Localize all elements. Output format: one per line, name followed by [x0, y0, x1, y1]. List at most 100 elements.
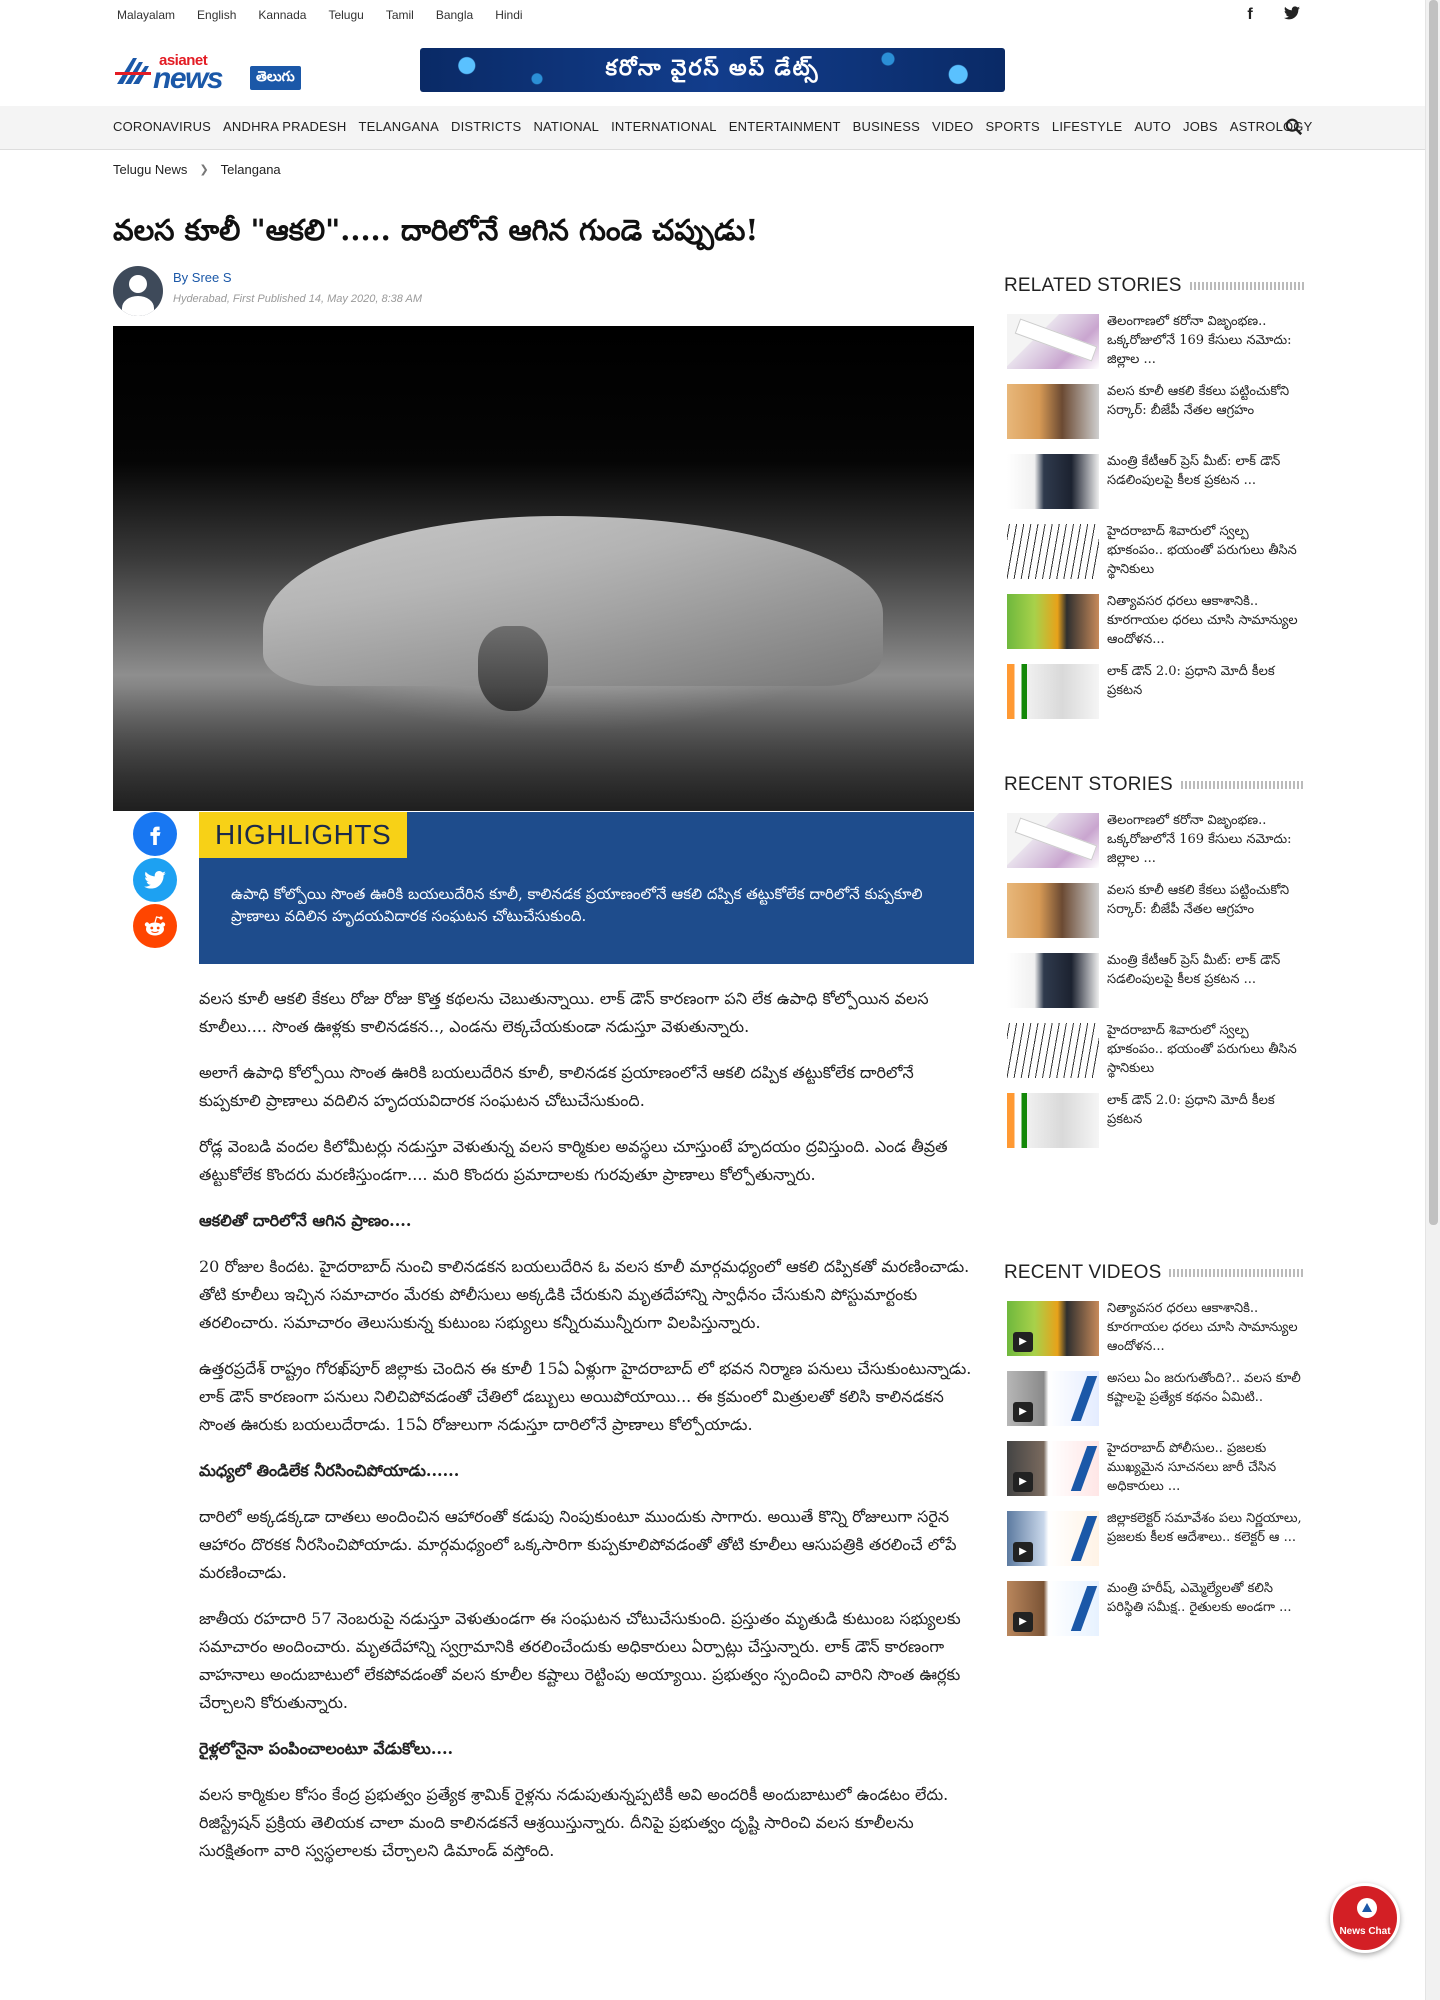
story-title[interactable]: లాక్ డౌన్ 2.0: ప్రధాని మోదీ కీలక ప్రకటన — [1107, 662, 1302, 700]
header-rule — [1180, 781, 1304, 789]
story-card[interactable]: వలస కూలీ ఆకలి కేకలు పట్టించుకోని సర్కార్… — [1004, 376, 1304, 446]
share-facebook-icon[interactable] — [133, 812, 177, 856]
lang-link-english[interactable]: English — [197, 8, 236, 22]
video-title[interactable]: అసలు ఏం జరుగుతోంది?.. వలస కూలీ కష్టాలపై … — [1107, 1369, 1302, 1407]
story-thumbnail — [1007, 384, 1099, 439]
article-title: వలస కూలీ "ఆకలి"..... దారిలోనే ఆగిన గుండె… — [113, 213, 759, 247]
video-title[interactable]: జిల్లాకలెక్టర్ సమావేశం పలు నిర్ణయాలు, ప్… — [1107, 1509, 1302, 1547]
video-title[interactable]: మంత్రి హరీష్, ఎమ్మెల్యేలతో కలిసి పరిస్థి… — [1107, 1579, 1302, 1617]
language-list: Malayalam English Kannada Telugu Tamil B… — [117, 8, 545, 22]
top-strip: Malayalam English Kannada Telugu Tamil B… — [113, 0, 1303, 30]
video-thumbnail: ▶ — [1007, 1441, 1099, 1496]
nav-item-video[interactable]: VIDEO — [932, 119, 973, 134]
share-reddit-icon[interactable] — [133, 904, 177, 948]
story-card[interactable]: లాక్ డౌన్ 2.0: ప్రధాని మోదీ కీలక ప్రకటన — [1004, 656, 1304, 726]
search-icon[interactable] — [1285, 118, 1303, 136]
recent-videos-header: RECENT VIDEOS — [1004, 1261, 1304, 1285]
nav-item-lifestyle[interactable]: LIFESTYLE — [1052, 119, 1122, 134]
article-paragraph: 20 రోజుల కిందట. హైదరాబాద్ నుంచి కాలినడకన… — [199, 1257, 970, 1332]
nav-item-districts[interactable]: DISTRICTS — [451, 119, 521, 134]
story-title[interactable]: వలస కూలీ ఆకలి కేకలు పట్టించుకోని సర్కార్… — [1107, 881, 1302, 919]
story-card[interactable]: హైదరాబాద్ శివారులో స్వల్ప భూకంపం.. భయంతో… — [1004, 1015, 1304, 1085]
nav-item-sports[interactable]: SPORTS — [985, 119, 1039, 134]
lang-link-tamil[interactable]: Tamil — [386, 8, 414, 22]
story-thumbnail — [1007, 524, 1099, 579]
nav-item-business[interactable]: BUSINESS — [853, 119, 920, 134]
logo-mark-icon — [115, 58, 151, 84]
page-scrollbar[interactable] — [1425, 0, 1440, 2000]
story-card[interactable]: తెలంగాణలో కరోనా విజృంభణ.. ఒక్కరోజులోనే 1… — [1004, 805, 1304, 875]
news-chat-label: News Chat — [1339, 1926, 1391, 1937]
story-title[interactable]: మంత్రి కేటీఆర్ ప్రెస్ మీట్: లాక్ డౌన్ సడ… — [1107, 951, 1302, 989]
author-name[interactable]: By Sree S — [173, 270, 232, 285]
facebook-icon[interactable]: f — [1239, 6, 1261, 25]
video-title[interactable]: నిత్యావసర ధరలు ఆకాశానికి.. కూరగాయల ధరలు … — [1107, 1299, 1302, 1356]
story-title[interactable]: మంత్రి కేటీఆర్ ప్రెస్ మీట్: లాక్ డౌన్ సడ… — [1107, 452, 1302, 490]
share-buttons — [133, 812, 179, 950]
video-thumbnail: ▶ — [1007, 1581, 1099, 1636]
nav-item-auto[interactable]: AUTO — [1134, 119, 1171, 134]
story-card[interactable]: లాక్ డౌన్ 2.0: ప్రధాని మోదీ కీలక ప్రకటన — [1004, 1085, 1304, 1155]
article-paragraph: వలస కూలీ ఆకలి కేకలు రోజు రోజు కొత్త కథలన… — [199, 989, 929, 1036]
lang-link-telugu[interactable]: Telugu — [328, 8, 363, 22]
nav-item-telangana[interactable]: TELANGANA — [358, 119, 439, 134]
share-twitter-icon[interactable] — [133, 858, 177, 902]
nav-menu: CORONAVIRUS ANDHRA PRADESH TELANGANA DIS… — [113, 119, 1325, 134]
nav-item-international[interactable]: INTERNATIONAL — [611, 119, 717, 134]
video-card[interactable]: ▶ హైదరాబాద్ పోలీసుల.. ప్రజలకు ముఖ్యమైన సూ… — [1004, 1433, 1304, 1503]
video-card[interactable]: ▶ మంత్రి హరీష్, ఎమ్మెల్యేలతో కలిసి పరిస్థ… — [1004, 1573, 1304, 1643]
nav-item-andhra-pradesh[interactable]: ANDHRA PRADESH — [223, 119, 346, 134]
story-card[interactable]: నిత్యావసర ధరలు ఆకాశానికి.. కూరగాయల ధరలు … — [1004, 586, 1304, 656]
article-paragraph: జాతీయ రహదారి 57 నెంబరుపై నడుస్తూ వెళుతుం… — [199, 1609, 961, 1712]
story-card[interactable]: హైదరాబాద్ శివారులో స్వల్ప భూకంపం.. భయంతో… — [1004, 516, 1304, 586]
story-title[interactable]: వలస కూలీ ఆకలి కేకలు పట్టించుకోని సర్కార్… — [1107, 382, 1302, 420]
recent-stories: RECENT STORIES తెలంగాణలో కరోనా విజృంభణ..… — [1004, 773, 1304, 1155]
nav-item-jobs[interactable]: JOBS — [1183, 119, 1218, 134]
story-title[interactable]: హైదరాబాద్ శివారులో స్వల్ప భూకంపం.. భయంతో… — [1107, 522, 1302, 579]
story-title[interactable]: తెలంగాణలో కరోనా విజృంభణ.. ఒక్కరోజులోనే 1… — [1107, 811, 1302, 868]
lang-link-malayalam[interactable]: Malayalam — [117, 8, 175, 22]
corona-banner-text: కరోనా వైరస్ అప్ డేట్స్ — [605, 54, 820, 80]
article-hero-image — [113, 326, 974, 811]
nav-item-coronavirus[interactable]: CORONAVIRUS — [113, 119, 211, 134]
video-title[interactable]: హైదరాబాద్ పోలీసుల.. ప్రజలకు ముఖ్యమైన సూచ… — [1107, 1439, 1302, 1496]
related-stories-header: RELATED STORIES — [1004, 274, 1304, 298]
article-subheading: మధ్యలో తిండిలేక నీరసించిపోయాడు...... — [199, 1461, 460, 1480]
story-card[interactable]: తెలంగాణలో కరోనా విజృంభణ.. ఒక్కరోజులోనే 1… — [1004, 306, 1304, 376]
recent-videos-title: RECENT VIDEOS — [1004, 1262, 1162, 1283]
scrollbar-thumb[interactable] — [1429, 0, 1438, 1225]
story-title[interactable]: నిత్యావసర ధరలు ఆకాశానికి.. కూరగాయల ధరలు … — [1107, 592, 1302, 649]
play-icon[interactable]: ▶ — [1013, 1612, 1033, 1632]
play-icon[interactable]: ▶ — [1013, 1332, 1033, 1352]
play-icon[interactable]: ▶ — [1013, 1402, 1033, 1422]
video-card[interactable]: ▶ అసలు ఏం జరుగుతోంది?.. వలస కూలీ కష్టాలపై… — [1004, 1363, 1304, 1433]
story-thumbnail — [1007, 813, 1099, 868]
twitter-icon[interactable] — [1281, 6, 1303, 25]
article-paragraph: వలస కార్మికుల కోసం కేంద్ర ప్రభుత్వం ప్రత… — [199, 1785, 949, 1860]
story-title[interactable]: హైదరాబాద్ శివారులో స్వల్ప భూకంపం.. భయంతో… — [1107, 1021, 1302, 1078]
highlights-text: ఉపాధి కోల్పోయి సొంత ఊరికి బయలుదేరిన కూలీ… — [231, 885, 923, 925]
play-icon[interactable]: ▶ — [1013, 1542, 1033, 1562]
news-chat-icon — [1357, 1898, 1377, 1918]
story-card[interactable]: మంత్రి కేటీఆర్ ప్రెస్ మీట్: లాక్ డౌన్ సడ… — [1004, 446, 1304, 516]
play-icon[interactable]: ▶ — [1013, 1472, 1033, 1492]
corona-updates-banner[interactable]: కరోనా వైరస్ అప్ డేట్స్ — [420, 48, 1005, 92]
story-card[interactable]: వలస కూలీ ఆకలి కేకలు పట్టించుకోని సర్కార్… — [1004, 875, 1304, 945]
story-title[interactable]: లాక్ డౌన్ 2.0: ప్రధాని మోదీ కీలక ప్రకటన — [1107, 1091, 1302, 1129]
masthead: asianet news తెలుగు కరోనా వైరస్ అప్ డేట్… — [113, 40, 1303, 100]
video-card[interactable]: ▶ నిత్యావసర ధరలు ఆకాశానికి.. కూరగాయల ధరలు… — [1004, 1293, 1304, 1363]
site-logo[interactable]: asianet news తెలుగు — [115, 52, 325, 95]
related-stories: RELATED STORIES తెలంగాణలో కరోనా విజృంభణ.… — [1004, 274, 1304, 726]
nav-item-national[interactable]: NATIONAL — [533, 119, 599, 134]
news-chat-button[interactable]: News Chat — [1330, 1883, 1400, 1953]
nav-item-entertainment[interactable]: ENTERTAINMENT — [729, 119, 841, 134]
video-card[interactable]: ▶ జిల్లాకలెక్టర్ సమావేశం పలు నిర్ణయాలు, ప… — [1004, 1503, 1304, 1573]
lang-link-kannada[interactable]: Kannada — [258, 8, 306, 22]
story-title[interactable]: తెలంగాణలో కరోనా విజృంభణ.. ఒక్కరోజులోనే 1… — [1107, 312, 1302, 369]
breadcrumb-section[interactable]: Telangana — [221, 162, 281, 177]
story-card[interactable]: మంత్రి కేటీఆర్ ప్రెస్ మీట్: లాక్ డౌన్ సడ… — [1004, 945, 1304, 1015]
breadcrumb-home[interactable]: Telugu News — [113, 162, 187, 177]
article-paragraph: అలాగే ఉపాధి కోల్పోయి సొంత ఊరికి బయలుదేరి… — [199, 1063, 914, 1110]
lang-link-bangla[interactable]: Bangla — [436, 8, 473, 22]
lang-link-hindi[interactable]: Hindi — [495, 8, 522, 22]
